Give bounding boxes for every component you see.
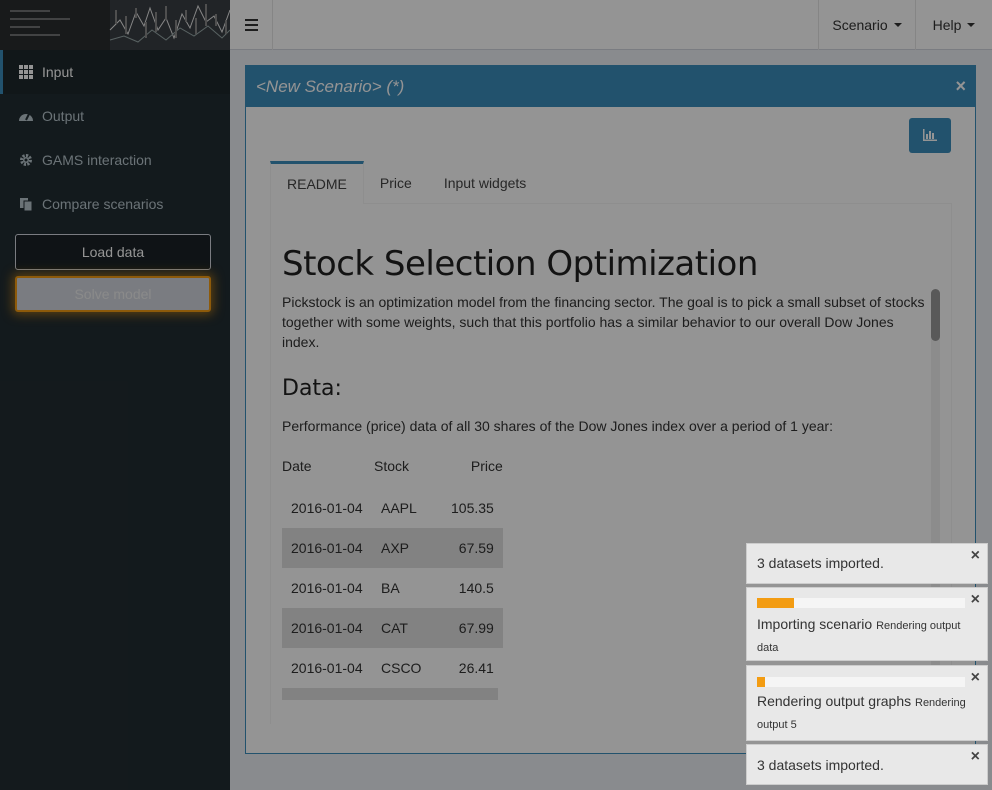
notification-importing-scenario: × Importing scenario Rendering output da… [746,587,988,661]
notification-text: Rendering output graphs [757,693,912,709]
notification-message: Rendering output graphs Rendering output… [757,691,977,735]
close-icon[interactable]: × [971,669,980,687]
notification-text: 3 datasets imported. [757,555,884,571]
progress-bar [757,677,965,687]
progress-bar-fill [757,677,766,687]
notification-text: 3 datasets imported. [757,757,884,773]
notification-message: Importing scenario Rendering output data [757,614,977,658]
notification-rendering-graphs: × Rendering output graphs Rendering outp… [746,665,988,741]
notification-text: Importing scenario [757,616,873,632]
close-icon[interactable]: × [971,591,980,609]
progress-bar-fill [757,598,795,608]
close-icon[interactable]: × [971,547,980,565]
close-icon[interactable]: × [971,748,980,766]
progress-bar [757,598,965,608]
notification-datasets-imported: 3 datasets imported. × [746,744,988,785]
notification-datasets-imported: 3 datasets imported. × [746,543,988,584]
